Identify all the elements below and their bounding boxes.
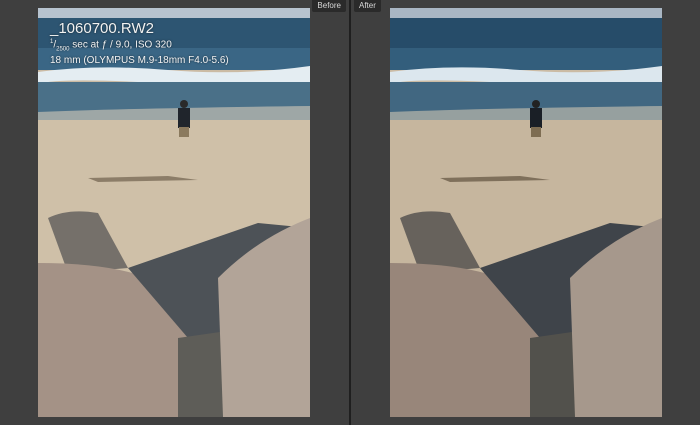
photo-info-overlay: _1060700.RW2 1/2500 sec at ƒ / 9.0, ISO …	[50, 20, 229, 67]
before-label: Before	[312, 0, 346, 12]
shutter-numerator: 1	[50, 39, 54, 45]
photo-filename: _1060700.RW2	[50, 20, 154, 37]
beach-photo-before	[38, 8, 310, 417]
exposure-details: sec at ƒ / 9.0, ISO 320	[69, 39, 172, 51]
beach-photo-after	[390, 8, 662, 417]
before-photo[interactable]: _1060700.RW2 1/2500 sec at ƒ / 9.0, ISO …	[38, 8, 310, 417]
after-label: After	[354, 0, 381, 12]
exposure-info: 1/2500 sec at ƒ / 9.0, ISO 320	[50, 39, 172, 53]
before-pane: Before _1060700.RW2 1/2500 sec at ƒ / 9.…	[0, 0, 349, 425]
lens-info: 18 mm (OLYMPUS M.9-18mm F4.0-5.6)	[50, 55, 229, 67]
after-pane: After	[351, 0, 700, 425]
after-photo[interactable]	[390, 8, 662, 417]
shutter-denominator: 2500	[56, 46, 70, 53]
